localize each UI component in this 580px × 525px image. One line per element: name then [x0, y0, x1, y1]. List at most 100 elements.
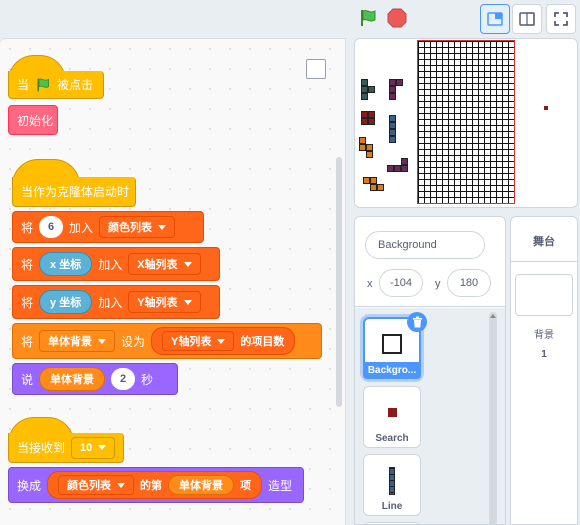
switch-costume-block[interactable]: 换成 颜色列表 的第 单体背景 项 造型	[8, 467, 304, 503]
block-label: 将	[21, 334, 34, 349]
block-label: 设为	[121, 334, 146, 349]
sprite-label: Line	[381, 501, 403, 512]
sprite-list: Backgro... Search Line	[355, 308, 505, 524]
scroll-up-icon	[490, 314, 496, 318]
sprite-pane: Background x -104 y 180 Backgro... Searc…	[354, 216, 506, 525]
tetromino-cell	[377, 184, 384, 191]
list-length-reporter[interactable]: Y轴列表 的项目数	[151, 327, 296, 355]
tetromino-cell	[368, 118, 375, 125]
chevron-down-icon	[117, 482, 126, 488]
sprite-thumbnail-search[interactable]: Search	[363, 386, 421, 448]
add-to-list-block[interactable]: 将 6 加入 颜色列表	[12, 211, 204, 243]
variable-reporter[interactable]: 单体背景	[168, 475, 235, 495]
list-dropdown[interactable]: Y轴列表	[162, 331, 235, 351]
seconds-input[interactable]: 2	[111, 368, 136, 390]
line-sprite-icon	[389, 467, 395, 495]
sprite-thumbnail-line[interactable]: Line	[363, 454, 421, 516]
tetromino-cell	[366, 144, 373, 151]
dropdown-label: 单体背景	[48, 336, 93, 348]
when-flag-clicked-block[interactable]: 当 被点击	[8, 71, 104, 99]
tetromino-cell	[387, 165, 394, 172]
dropdown-label: 颜色列表	[108, 222, 153, 234]
add-to-list-block[interactable]: 将 x 坐标 加入 X轴列表	[12, 247, 220, 281]
dropdown-label: 颜色列表	[67, 480, 112, 492]
workspace-square-icon[interactable]	[306, 59, 326, 79]
tetromino-cell	[361, 111, 368, 118]
y-position-field[interactable]: 180	[447, 269, 491, 297]
hat-label: 当	[17, 78, 30, 92]
tetromino-cell	[368, 111, 375, 118]
code-area[interactable]: 当 被点击 初始化 当作为克隆体启动时 将 6 加入 颜色列表 将 x 坐标 加…	[0, 38, 346, 525]
add-to-list-block[interactable]: 将 y 坐标 加入 Y轴列表	[12, 285, 220, 319]
variable-reporter[interactable]: 单体背景	[39, 367, 106, 391]
tetromino-cell	[389, 122, 396, 129]
x-value: -104	[389, 277, 413, 289]
tetromino-cell	[361, 79, 368, 86]
variable-dropdown[interactable]: 单体背景	[39, 330, 116, 352]
tetromino-cell	[359, 144, 366, 151]
item-of-list-reporter[interactable]: 颜色列表 的第 单体背景 项	[47, 471, 263, 499]
tetromino-cell	[389, 115, 396, 122]
code-scrollbar[interactable]	[336, 157, 342, 407]
search-sprite-icon	[387, 408, 397, 417]
list-dropdown[interactable]: X轴列表	[128, 253, 201, 275]
reporter-label: 的第	[140, 480, 163, 492]
fullscreen-button[interactable]	[546, 4, 576, 34]
delete-sprite-button[interactable]	[407, 312, 427, 332]
green-flag-icon	[37, 78, 50, 91]
value-input[interactable]: 6	[39, 216, 64, 238]
block-label: 将	[21, 257, 34, 272]
stage-target-pane[interactable]: 舞台 背景 1	[510, 216, 578, 525]
large-stage-button[interactable]	[512, 4, 542, 34]
dropdown-label: X轴列表	[137, 259, 178, 271]
x-position-reporter[interactable]: x 坐标	[39, 252, 93, 276]
say-for-secs-block[interactable]: 说 单体背景 2 秒	[12, 363, 178, 395]
stage-canvas[interactable]	[354, 38, 578, 208]
tetromino-cell	[359, 137, 366, 144]
stop-button[interactable]	[387, 8, 407, 28]
list-dropdown[interactable]: 颜色列表	[58, 475, 135, 495]
list-dropdown[interactable]: Y轴列表	[128, 291, 201, 313]
x-label: x	[367, 278, 373, 290]
sprite-label: Backgro...	[363, 362, 421, 379]
sprite-name-field[interactable]: Background	[365, 231, 485, 259]
dropdown-label: Y轴列表	[137, 297, 178, 309]
tetromino-cell	[366, 151, 373, 158]
tetromino-cell	[389, 86, 396, 93]
block-label: 当接收到	[17, 441, 66, 455]
list-dropdown[interactable]: 颜色列表	[99, 216, 176, 238]
when-receive-block[interactable]: 当接收到 10	[8, 433, 124, 463]
set-variable-block[interactable]: 将 单体背景 设为 Y轴列表 的项目数	[12, 323, 322, 359]
block-label: 加入	[98, 257, 123, 272]
backdrops-count: 1	[541, 349, 547, 360]
small-stage-icon	[487, 12, 503, 26]
backdrops-label: 背景	[534, 330, 554, 341]
stage-thumbnail[interactable]	[515, 274, 573, 316]
stage-title: 舞台	[533, 236, 555, 248]
sprite-info: Background x -104 y 180	[355, 217, 505, 307]
reporter-label: 的项目数	[240, 336, 285, 348]
block-label: 加入	[98, 295, 123, 310]
tetromino-cell	[389, 79, 396, 86]
small-stage-button[interactable]	[480, 4, 510, 34]
sprite-list-scrollbar[interactable]	[489, 312, 497, 524]
block-label: 当作为克隆体启动时	[21, 185, 130, 199]
tetromino-cell	[389, 136, 396, 143]
block-label: 将	[21, 220, 34, 235]
tetromino-cell	[370, 184, 377, 191]
chevron-down-icon	[217, 338, 226, 344]
tetromino-cell	[401, 158, 408, 165]
x-position-field[interactable]: -104	[379, 269, 423, 297]
y-position-reporter[interactable]: y 坐标	[39, 290, 93, 314]
init-custom-block[interactable]: 初始化	[8, 105, 58, 135]
message-dropdown[interactable]: 10	[71, 436, 116, 459]
chevron-down-icon	[98, 338, 107, 344]
block-label: 加入	[69, 220, 94, 235]
when-clone-start-block[interactable]: 当作为克隆体启动时	[12, 177, 136, 207]
tetromino-cell	[363, 177, 370, 184]
green-flag-button[interactable]	[358, 8, 378, 28]
chevron-down-icon	[98, 445, 107, 450]
green-flag-icon	[361, 10, 376, 26]
sprite-name-value: Background	[378, 239, 437, 251]
tetromino-cell	[370, 177, 377, 184]
